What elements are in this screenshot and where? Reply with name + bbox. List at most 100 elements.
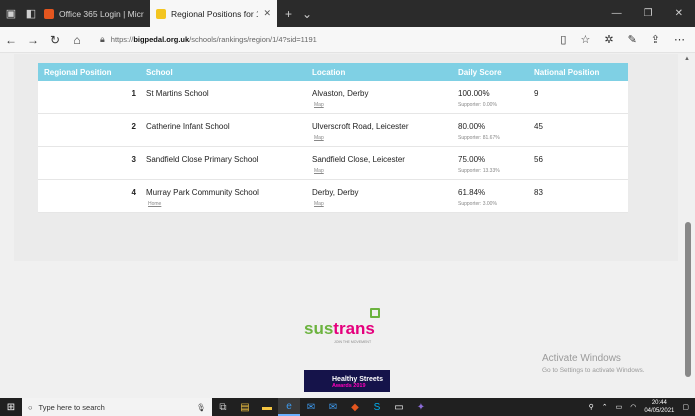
lock-icon: 🔒︎	[100, 34, 105, 44]
store-icon[interactable]: ▤	[234, 398, 256, 416]
restore-icon[interactable]: ❐	[644, 8, 653, 19]
office-favicon-icon	[44, 8, 54, 19]
url-host: bigpedal.org.uk	[133, 35, 190, 44]
minimize-icon[interactable]: —	[612, 8, 622, 19]
address-bar: ← → ↻ ⌂ 🔒︎ https://bigpedal.org.uk/schoo…	[0, 27, 695, 53]
windows-taskbar: ⊞ ○ Type here to search 🎙︎ ⧉ ▤ ▬ e ✉ ✉ ◆…	[0, 398, 695, 416]
daily-score: 100.00%	[458, 89, 490, 98]
share-icon[interactable]: ⇪	[651, 33, 660, 46]
url-field[interactable]: 🔒︎ https://bigpedal.org.uk/schools/ranki…	[88, 30, 560, 50]
supporter-score: Supporter: 13.33%	[458, 168, 500, 174]
sustrans-logo[interactable]: sustrans JOIN THE MOVEMENT	[304, 307, 384, 347]
microphone-icon[interactable]: 🎙︎	[196, 403, 212, 412]
file-explorer-icon[interactable]: ▬	[256, 398, 278, 416]
school-name: St Martins School	[146, 89, 209, 98]
regional-position: 2	[131, 122, 136, 131]
new-tab-icon[interactable]: +	[285, 7, 292, 21]
school-name: Catherine Infant School	[146, 122, 230, 131]
logo-trans: trans	[333, 319, 375, 338]
reading-view-icon[interactable]: ▯	[560, 33, 566, 46]
logo-sus: sus	[304, 319, 334, 338]
people-icon[interactable]: ⚲	[589, 403, 594, 411]
supporter-score: Supporter: 0.00%	[458, 102, 497, 108]
clock-date: 04/05/2021	[644, 408, 675, 414]
scrollbar-thumb[interactable]	[685, 222, 691, 377]
taskbar-clock[interactable]: 20:44 04/05/2021	[644, 399, 674, 415]
pen-icon[interactable]: ✎	[628, 33, 637, 46]
map-link[interactable]: Map	[314, 168, 324, 174]
daily-score: 80.00%	[458, 122, 486, 131]
back-icon[interactable]: ←	[0, 29, 22, 51]
more-icon[interactable]: ⋯	[674, 33, 685, 46]
supporter-score: Supporter: 81.67%	[458, 135, 500, 141]
activate-windows-watermark: Activate Windows Go to Settings to activ…	[542, 353, 645, 374]
tab-title: Regional Positions for 1	[171, 8, 259, 19]
location: Derby, Derby	[312, 188, 359, 197]
map-link[interactable]: Map	[314, 135, 324, 141]
set-aside-tabs-icon[interactable]: ◧	[24, 7, 38, 21]
close-window-icon[interactable]: ✕	[675, 8, 683, 19]
notifications-icon[interactable]: ▢	[682, 403, 689, 411]
taskbar-search[interactable]: ○ Type here to search 🎙︎	[22, 398, 212, 416]
banner-subtitle: Awards 2019	[332, 383, 366, 389]
table-header: Regional Position School Location Daily …	[38, 63, 628, 81]
school-name: Murray Park Community School	[146, 188, 259, 197]
home-icon[interactable]: ⌂	[66, 29, 88, 51]
map-link[interactable]: Map	[314, 102, 324, 108]
browser-tab-bar: ▣ ◧ Office 365 Login | Microsoft Regiona…	[0, 0, 695, 27]
regional-position: 3	[131, 155, 136, 164]
table-row: 2 Catherine Infant School Ulverscroft Ro…	[38, 114, 628, 147]
tab-list-chevron-icon[interactable]: ⌄	[302, 7, 312, 21]
task-view-icon[interactable]: ⧉	[212, 398, 234, 416]
windows-start-icon[interactable]: ⊞	[0, 398, 22, 416]
daily-score: 75.00%	[458, 155, 486, 164]
tab-regional-positions[interactable]: Regional Positions for 1 ✕	[150, 0, 277, 27]
header-regional-position: Regional Position	[44, 67, 112, 77]
favorites-list-icon[interactable]: ✲	[604, 33, 613, 46]
map-link[interactable]: Map	[314, 201, 324, 207]
tray-chevron-icon[interactable]: ⌃	[602, 403, 608, 411]
header-school: School	[146, 67, 173, 77]
edge-browser-icon[interactable]: e	[278, 398, 300, 416]
battery-icon[interactable]: ▭	[616, 403, 623, 411]
daily-score: 61.84%	[458, 188, 486, 197]
outlook-icon[interactable]: ✉	[300, 398, 322, 416]
watermark-title: Activate Windows	[542, 353, 621, 364]
watermark-subtitle: Go to Settings to activate Windows.	[542, 367, 645, 374]
tab-office365[interactable]: Office 365 Login | Microsoft	[38, 0, 150, 27]
search-placeholder: Type here to search	[38, 402, 105, 412]
location: Alvaston, Derby	[312, 89, 369, 98]
forward-icon[interactable]: →	[22, 29, 44, 51]
system-tray: ⚲ ⌃ ▭ ◠ 20:44 04/05/2021 ▢	[589, 399, 695, 415]
favorite-star-icon[interactable]: ☆	[580, 33, 590, 46]
wifi-icon[interactable]: ◠	[630, 403, 636, 411]
national-position: 9	[534, 89, 539, 98]
location: Ulverscroft Road, Leicester	[312, 122, 409, 131]
rankings-table: Regional Position School Location Daily …	[38, 63, 628, 213]
scroll-up-icon[interactable]: ▲	[684, 56, 690, 62]
header-location: Location	[312, 67, 346, 77]
url-path: /schools/rankings/region/1/4?sid=1191	[189, 35, 317, 44]
app-icon[interactable]: ▭	[388, 398, 410, 416]
teams-icon[interactable]: ✦	[410, 398, 432, 416]
tab-actions-icon[interactable]: ▣	[4, 7, 18, 21]
regional-position: 4	[131, 188, 136, 197]
table-row: 4 Murray Park Community School Home Derb…	[38, 180, 628, 213]
mail-icon[interactable]: ✉	[322, 398, 344, 416]
supporter-score: Supporter: 3.00%	[458, 201, 497, 207]
home-link[interactable]: Home	[148, 201, 161, 207]
page-scrollbar[interactable]: ▲	[681, 54, 695, 384]
refresh-icon[interactable]: ↻	[44, 29, 66, 51]
office-icon[interactable]: ◆	[344, 398, 366, 416]
tab-title: Office 365 Login | Microsoft	[59, 8, 144, 19]
national-position: 56	[534, 155, 543, 164]
table-body: 1 St Martins School Alvaston, Derby Map …	[38, 81, 628, 213]
table-row: 1 St Martins School Alvaston, Derby Map …	[38, 81, 628, 114]
national-position: 45	[534, 122, 543, 131]
close-tab-icon[interactable]: ✕	[263, 8, 271, 19]
location: Sandfield Close, Leicester	[312, 155, 405, 164]
national-position: 83	[534, 188, 543, 197]
healthy-streets-banner[interactable]: Healthy Streets Awards 2019	[304, 370, 390, 392]
skype-icon[interactable]: S	[366, 398, 388, 416]
clock-time: 20:44	[651, 400, 667, 406]
